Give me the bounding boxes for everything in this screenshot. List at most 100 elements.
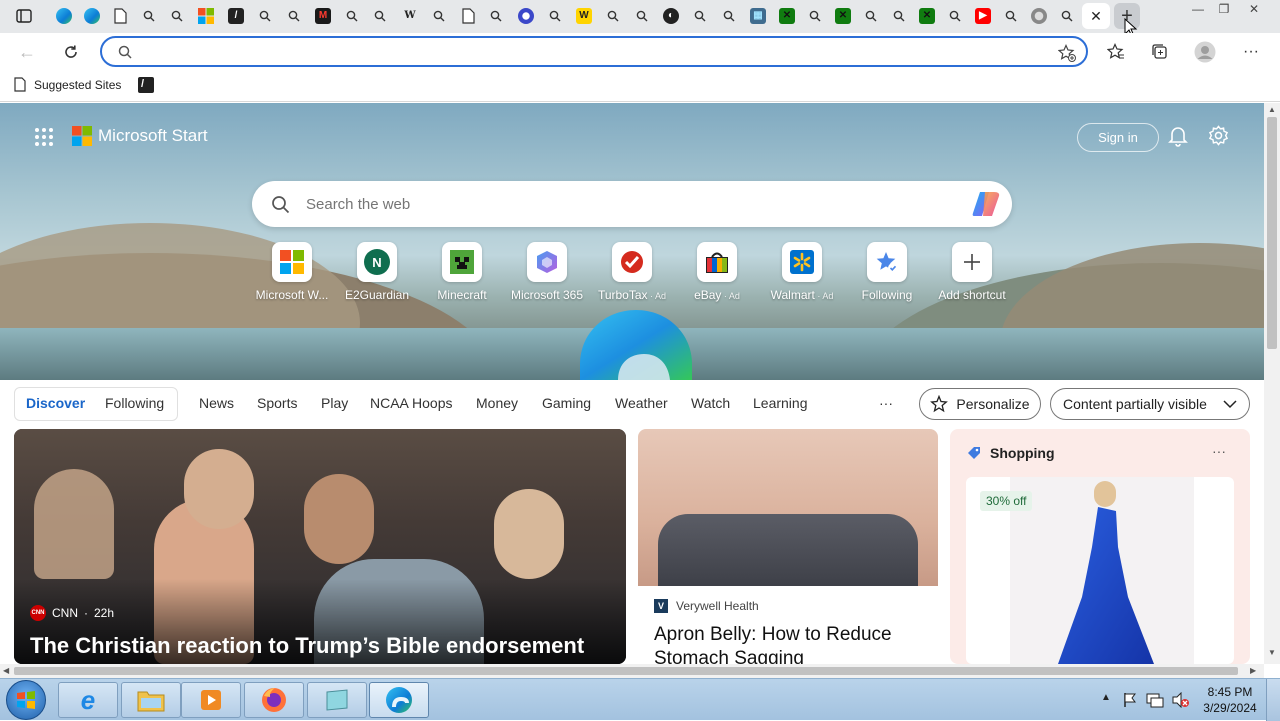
- taskbar-file-explorer[interactable]: [121, 682, 181, 718]
- tab-following[interactable]: Following: [105, 395, 164, 411]
- browser-tab[interactable]: [715, 3, 743, 29]
- add-shortcut-button[interactable]: Add shortcut: [932, 242, 1012, 302]
- browser-tab[interactable]: [10, 3, 38, 29]
- shortcut-tile[interactable]: Minecraft: [422, 242, 502, 302]
- restore-button[interactable]: ❐: [1210, 0, 1238, 18]
- network-icon[interactable]: [1146, 692, 1164, 708]
- browser-tab[interactable]: [941, 3, 969, 29]
- action-center-flag-icon[interactable]: [1122, 692, 1138, 708]
- health-story-card[interactable]: V Verywell Health Apron Belly: How to Re…: [638, 429, 938, 664]
- minimize-button[interactable]: —: [1184, 0, 1212, 18]
- tray-overflow-icon[interactable]: ▲: [1101, 692, 1111, 703]
- browser-tab[interactable]: [454, 3, 482, 29]
- taskbar-microsoft-edge[interactable]: [369, 682, 429, 718]
- content-visibility-dropdown[interactable]: Content partially visible: [1050, 388, 1250, 420]
- taskbar-firefox[interactable]: [244, 682, 304, 718]
- close-window-button[interactable]: ✕: [1240, 0, 1268, 18]
- browser-tab[interactable]: [628, 3, 656, 29]
- browser-tab[interactable]: [801, 3, 829, 29]
- personalize-button[interactable]: Personalize: [919, 388, 1041, 420]
- shortcut-tile[interactable]: Microsoft W...: [252, 242, 332, 302]
- vertical-scrollbar[interactable]: ▲ ▼: [1264, 103, 1280, 664]
- more-categories-button[interactable]: ···: [879, 395, 893, 411]
- favorite-site-button[interactable]: /: [138, 77, 154, 93]
- category-tab-money[interactable]: Money: [476, 395, 518, 411]
- category-tab-play[interactable]: Play: [321, 395, 348, 411]
- notifications-button[interactable]: [1168, 125, 1188, 152]
- shortcut-tile[interactable]: eBay · Ad: [677, 242, 757, 302]
- favorites-button[interactable]: [1101, 37, 1131, 67]
- microsoft-start-brand[interactable]: Microsoft Start: [72, 126, 208, 146]
- settings-more-button[interactable]: ···: [1236, 37, 1266, 67]
- suggested-sites-link[interactable]: Suggested Sites: [14, 77, 121, 92]
- close-tab-button[interactable]: ✕: [1082, 3, 1110, 29]
- shortcut-tile[interactable]: TurboTax · Ad: [592, 242, 672, 302]
- category-tab-news[interactable]: News: [199, 395, 234, 411]
- refresh-button[interactable]: [56, 37, 86, 67]
- product-image-area[interactable]: 30% off: [966, 477, 1234, 664]
- tab-discover[interactable]: Discover: [26, 395, 85, 411]
- start-button[interactable]: [6, 680, 46, 720]
- browser-tab[interactable]: [78, 3, 106, 29]
- browser-tab[interactable]: [512, 3, 540, 29]
- browser-tab[interactable]: [338, 3, 366, 29]
- browser-tab[interactable]: ▦: [744, 3, 772, 29]
- shortcut-tile[interactable]: Following: [847, 242, 927, 302]
- browser-tab[interactable]: ✕: [773, 3, 801, 29]
- page-settings-button[interactable]: [1208, 125, 1229, 151]
- vertical-scroll-thumb[interactable]: [1267, 117, 1277, 349]
- browser-tab[interactable]: [192, 3, 220, 29]
- back-button[interactable]: ←: [12, 37, 42, 67]
- shopping-more-button[interactable]: ···: [1212, 443, 1226, 459]
- volume-muted-icon[interactable]: [1172, 692, 1190, 708]
- category-tab-weather[interactable]: Weather: [615, 395, 668, 411]
- browser-tab[interactable]: [366, 3, 394, 29]
- browser-tab[interactable]: [50, 3, 78, 29]
- copilot-icon[interactable]: [972, 190, 1002, 218]
- browser-tab[interactable]: [135, 3, 163, 29]
- browser-tab[interactable]: [251, 3, 279, 29]
- top-story-card[interactable]: CNN CNN · 22h The Christian reaction to …: [14, 429, 626, 664]
- shortcut-tile[interactable]: Microsoft 365: [507, 242, 587, 302]
- horizontal-scrollbar[interactable]: ◀ ▶: [0, 664, 1264, 678]
- browser-tab[interactable]: [686, 3, 714, 29]
- browser-tab[interactable]: ◐: [657, 3, 685, 29]
- browser-tab[interactable]: W: [570, 3, 598, 29]
- sign-in-button[interactable]: Sign in: [1077, 123, 1159, 152]
- system-clock[interactable]: 8:45 PM 3/29/2024: [1200, 684, 1260, 716]
- web-search-input[interactable]: [306, 193, 906, 215]
- browser-tab[interactable]: [1053, 3, 1081, 29]
- profile-button[interactable]: [1190, 37, 1220, 67]
- taskbar-app-window[interactable]: [307, 682, 367, 718]
- shortcut-tile[interactable]: N E2Guardian: [337, 242, 417, 302]
- browser-tab[interactable]: [1025, 3, 1053, 29]
- category-tab-sports[interactable]: Sports: [257, 395, 297, 411]
- horizontal-scroll-thumb[interactable]: [14, 667, 1238, 675]
- category-tab-ncaa-hoops[interactable]: NCAA Hoops: [370, 395, 452, 411]
- taskbar-internet-explorer[interactable]: e: [58, 682, 118, 718]
- address-input[interactable]: [142, 42, 1042, 62]
- web-search-box[interactable]: [252, 181, 1012, 227]
- browser-tab[interactable]: [541, 3, 569, 29]
- shopping-card[interactable]: Shopping ··· 30% off: [950, 429, 1250, 664]
- browser-tab[interactable]: ▶: [969, 3, 997, 29]
- shortcut-tile[interactable]: Walmart · Ad: [762, 242, 842, 302]
- browser-tab[interactable]: [997, 3, 1025, 29]
- browser-tab[interactable]: M: [309, 3, 337, 29]
- browser-tab[interactable]: [857, 3, 885, 29]
- browser-tab[interactable]: [425, 3, 453, 29]
- apps-launcher-button[interactable]: [34, 127, 54, 152]
- category-tab-watch[interactable]: Watch: [691, 395, 730, 411]
- browser-tab[interactable]: [280, 3, 308, 29]
- browser-tab[interactable]: [163, 3, 191, 29]
- browser-tab[interactable]: ✕: [829, 3, 857, 29]
- browser-tab[interactable]: [482, 3, 510, 29]
- collections-button[interactable]: [1145, 37, 1175, 67]
- taskbar-media-player[interactable]: [181, 682, 241, 718]
- add-favorite-icon[interactable]: [1058, 44, 1076, 62]
- browser-tab[interactable]: [885, 3, 913, 29]
- address-bar[interactable]: [100, 36, 1088, 67]
- browser-tab[interactable]: /: [222, 3, 250, 29]
- browser-tab[interactable]: [599, 3, 627, 29]
- browser-tab[interactable]: W: [396, 3, 424, 29]
